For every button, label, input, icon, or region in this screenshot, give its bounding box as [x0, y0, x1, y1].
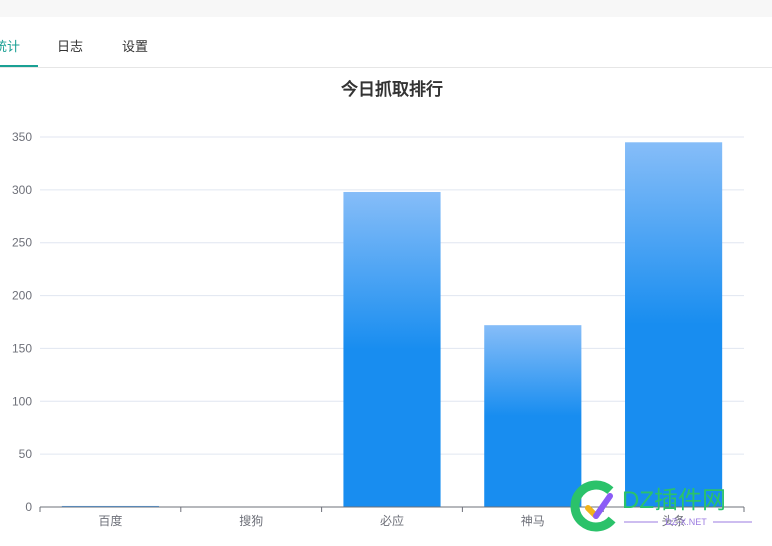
watermark-site: DZ-X.NET — [665, 517, 707, 527]
x-tick-label: 必应 — [380, 513, 404, 528]
x-tick-label: 神马 — [521, 514, 545, 528]
watermark-logo: DZ插件网 DZ-X.NET — [568, 478, 768, 538]
y-tick-label: 300 — [12, 183, 32, 197]
x-tick-label: 百度 — [98, 513, 122, 528]
bar-3[interactable] — [484, 325, 582, 507]
y-tick-label: 100 — [12, 394, 32, 408]
bar-4[interactable] — [625, 142, 723, 508]
y-tick-label: 350 — [12, 130, 32, 144]
watermark-brand: DZ插件网 — [622, 487, 726, 514]
y-tick-label: 50 — [19, 447, 33, 461]
y-tick-label: 250 — [12, 236, 32, 250]
bar-chart: 050100150200250300350百度 搜狗 必应 神马 头条 — [12, 130, 745, 528]
logo-ring-icon — [570, 480, 622, 532]
y-tick-label: 200 — [12, 289, 32, 303]
y-tick-label: 150 — [12, 341, 32, 355]
bar-2[interactable] — [343, 191, 441, 507]
x-tick-label: 搜狗 — [239, 513, 263, 528]
y-tick-label: 0 — [25, 500, 32, 514]
